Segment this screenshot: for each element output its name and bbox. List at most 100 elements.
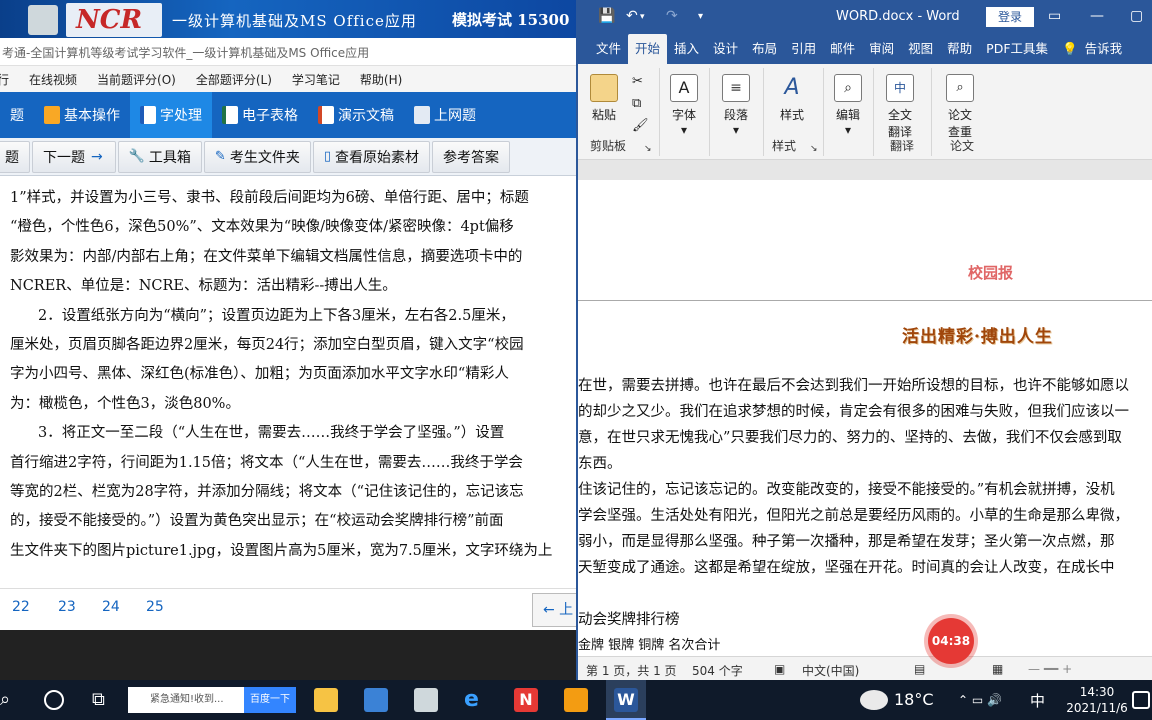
pdf-app-icon[interactable] [564, 688, 588, 712]
tab-word-processing[interactable]: 字处理 [130, 92, 212, 138]
tab-layout[interactable]: 布局 [745, 34, 784, 64]
examinee-folder-button[interactable]: ✎ 考生文件夹 [203, 140, 311, 173]
clipboard-group: 粘贴 ✂ ⧉ 🖌 剪贴板 ↘ [578, 68, 660, 156]
redo-icon[interactable]: ↷ [666, 8, 678, 24]
tab-design[interactable]: 设计 [706, 34, 745, 64]
styles-button[interactable]: A 样式 [778, 74, 806, 123]
tab-insert[interactable]: 插入 [667, 34, 706, 64]
menu-item-notes[interactable]: 学习笔记 [282, 71, 350, 88]
web-layout-icon[interactable]: ▦ [992, 662, 1003, 676]
tab-mailings[interactable]: 邮件 [823, 34, 862, 64]
previous-question-button[interactable]: 题 [0, 140, 30, 173]
previous-page-button[interactable]: ← 上 [532, 593, 578, 627]
document-page[interactable]: 校园报 活出精彩·搏出人生 在世，需要去拼搏。也许在最后不会达到我们一开始所设想… [578, 180, 1152, 656]
copy-icon[interactable]: ⧉ [632, 96, 641, 111]
full-text-translate-button[interactable]: 中全文 翻译 [886, 74, 914, 140]
tab-partial[interactable]: 题 [0, 92, 34, 138]
view-material-button[interactable]: ▯ 查看原始素材 [312, 140, 430, 173]
tab-pdf-tools[interactable]: PDF工具集 [979, 34, 1055, 64]
recycle-bin-icon[interactable] [28, 5, 58, 35]
question-line: “橙色，个性色6，深色50%”、文本效果为“映像/映像变体/紧密映像：4pt偏移 [10, 219, 514, 236]
page-count[interactable]: 第 1 页，共 1 页 [586, 662, 677, 679]
page-link[interactable]: 24 [102, 599, 120, 615]
input-method-indicator[interactable]: 中 [1030, 690, 1045, 711]
file-explorer-icon[interactable] [314, 688, 338, 712]
ribbon-display-options-icon[interactable]: ▭ [1048, 8, 1061, 24]
baidu-search-button[interactable]: 百度一下 [244, 687, 296, 713]
menu-item-score-all[interactable]: 全部题评分(L) [186, 71, 282, 88]
ncre-app-icon[interactable]: N [514, 688, 538, 712]
read-mode-icon[interactable]: ▤ [914, 662, 925, 676]
tell-me-search[interactable]: 告诉我 [1085, 34, 1130, 64]
menu-item-online-video[interactable]: 在线视频 [19, 71, 87, 88]
styles-launcher-icon[interactable]: ↘ [810, 144, 818, 154]
question-line: 为：橄榄色，个性色3，淡色80%。 [10, 395, 240, 412]
recording-timer[interactable]: 04:38 [928, 618, 974, 664]
customize-quick-access-icon[interactable]: ▾ [698, 11, 703, 22]
page-link[interactable]: 22 [12, 599, 30, 615]
next-question-button[interactable]: 下一题 → [32, 140, 116, 173]
weather-temperature[interactable]: 18°C [894, 690, 934, 709]
wrench-icon: 🔧 [128, 149, 145, 164]
zoom-slider[interactable]: — ━━ + [1028, 662, 1072, 676]
tab-file[interactable]: 文件 [578, 34, 628, 64]
word-doc-icon [140, 106, 156, 124]
page-link[interactable]: 23 [58, 599, 76, 615]
undo-dropdown-icon[interactable]: ▾ [640, 12, 645, 22]
save-icon[interactable]: 💾 [598, 8, 615, 24]
paragraph-button[interactable]: ≡ 段落 ▾ [722, 74, 750, 137]
folder-edit-icon: ✎ [214, 149, 226, 164]
mail-icon[interactable] [364, 688, 388, 712]
system-tray-icons[interactable]: ⌃ ▭ 🔊 [958, 688, 1038, 712]
store-icon[interactable] [414, 688, 438, 712]
tab-references[interactable]: 引用 [784, 34, 823, 64]
answer-label: 参考答案 [442, 149, 499, 166]
undo-icon[interactable]: ↶ [626, 8, 638, 24]
tab-internet[interactable]: 上网题 [404, 92, 486, 138]
tab-home[interactable]: 开始 [628, 34, 668, 64]
tab-view[interactable]: 视图 [901, 34, 940, 64]
minimize-icon[interactable]: — [1090, 8, 1104, 24]
paragraph-align-icon: ≡ [722, 74, 750, 102]
page-header-text: 校园报 [968, 264, 1014, 282]
weather-cloud-icon[interactable] [860, 690, 888, 710]
tab-spreadsheet[interactable]: 电子表格 [212, 92, 308, 138]
folder-icon [44, 106, 60, 124]
paragraph-dropdown-icon: ▾ [732, 123, 740, 137]
proofing-icon[interactable]: ▣ [774, 662, 785, 676]
toolbox-button[interactable]: 🔧 工具箱 [117, 140, 202, 173]
maximize-icon[interactable]: ▢ [1130, 8, 1143, 24]
reference-answer-button[interactable]: 参考答案 [431, 140, 510, 173]
menu-item-partial[interactable]: 行 [0, 71, 19, 88]
notification-icon[interactable] [1132, 691, 1150, 709]
language[interactable]: 中文(中国) [802, 662, 859, 679]
editing-button[interactable]: ⌕ 编辑 ▾ [834, 74, 862, 137]
paste-button[interactable]: 粘贴 [590, 74, 618, 123]
clipboard-launcher-icon[interactable]: ↘ [644, 144, 652, 154]
edge-icon[interactable]: e [464, 688, 488, 712]
word-icon: W [614, 688, 638, 712]
exam-app-window: NCR 一级计算机基础及MS Office应用 模拟考试 15300 考通-全国… [0, 0, 578, 630]
tab-presentation[interactable]: 演示文稿 [308, 92, 404, 138]
menu-item-score-current[interactable]: 当前题评分(O) [87, 71, 186, 88]
banner-title: 一级计算机基础及MS Office应用 [172, 12, 417, 30]
login-button[interactable]: 登录 [986, 7, 1034, 27]
excel-icon [222, 106, 238, 124]
exam-toolbar: 题 下一题 → 🔧 工具箱 ✎ 考生文件夹 ▯ 查看原始素材 参考答案 [0, 138, 578, 176]
taskbar-search-input[interactable]: 紧急通知!收到... [128, 687, 244, 713]
tab-help[interactable]: 帮助 [940, 34, 979, 64]
word-count[interactable]: 504 个字 [692, 662, 743, 679]
menu-item-help[interactable]: 帮助(H) [350, 71, 412, 88]
tab-review[interactable]: 审阅 [862, 34, 901, 64]
format-painter-icon[interactable]: 🖌 [632, 118, 649, 133]
task-view-icon[interactable]: ⧉ [92, 688, 116, 712]
tab-basic-operations[interactable]: 基本操作 [34, 92, 130, 138]
clock[interactable]: 14:30 2021/11/6 [1062, 684, 1132, 716]
next-label: 下一题 [43, 149, 85, 166]
font-button[interactable]: A 字体 ▾ [670, 74, 698, 137]
cut-icon[interactable]: ✂ [632, 74, 643, 89]
search-icon[interactable]: ⌕ [0, 688, 24, 712]
paper-check-button[interactable]: ⌕ 论文 查重 [946, 74, 974, 140]
page-link[interactable]: 25 [146, 599, 164, 615]
cortana-icon[interactable] [44, 690, 64, 710]
